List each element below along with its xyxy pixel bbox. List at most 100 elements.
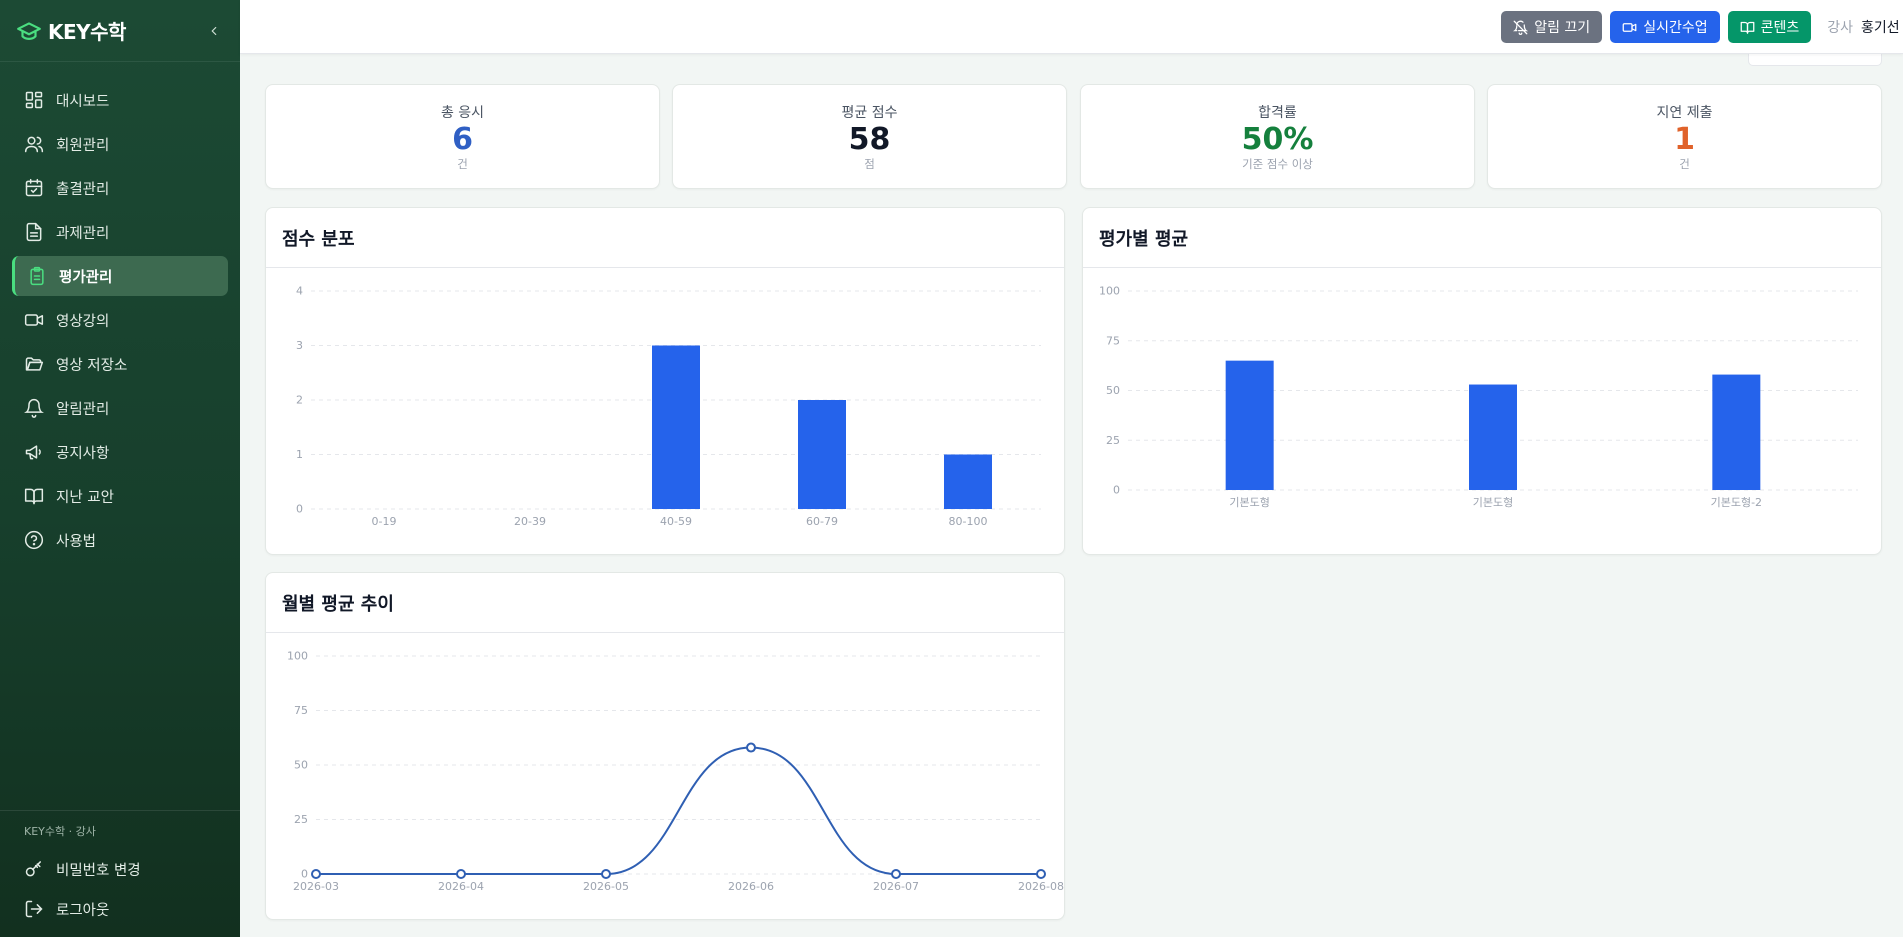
sidebar-item-label: 공지사항 [56,445,110,462]
sidebar-footer: KEY수학 · 강사 비밀번호 변경 로그아웃 [0,810,240,937]
bar [1469,384,1517,490]
bar [1225,360,1274,490]
stat-label: 합격률 [1258,105,1297,121]
data-point [891,869,901,879]
y-tick-label: 0 [296,503,303,516]
x-tick-label: 20-39 [514,515,546,528]
sidebar-item-label: 알림관리 [56,401,110,418]
bar [798,400,846,509]
x-tick-label: 2026-05 [583,880,629,893]
bar [652,345,700,509]
monthly-trend-panel: 월별 평균 추이 0 25 50 75 100 2026-03 2026-04 2026-05… [265,572,1065,920]
monthly-trend-chart: 0 25 50 75 100 2026-03 2026-04 2026-05 2026-06 20… [287,650,1064,894]
x-tick-label: 2026-07 [873,880,919,893]
stat-unit: 건 [1679,157,1690,171]
data-point [601,869,611,879]
user-name[interactable]: 홍기선 [1861,17,1903,37]
y-tick-label: 3 [296,339,303,352]
chevron-left-icon [211,26,217,35]
y-tick-label: 0 [1113,484,1120,497]
score-distribution-chart: 0 1 2 3 4 0-19 20-39 40-59 60-79 80-100 [296,285,1041,528]
account-caption: KEY수학 · 강사 [24,825,96,838]
stat-card-pass-rate: 합격률 50% 기준 점수 이상 [1080,84,1475,189]
x-tick-label: 2026-08 [1018,880,1064,893]
sidebar-item-notifications[interactable]: 알림관리 [12,388,228,428]
y-tick-label: 25 [294,813,308,826]
folder-open-icon [25,357,44,371]
stat-label: 총 응시 [440,105,485,121]
logout-button[interactable]: 로그아웃 [0,889,240,929]
y-tick-label: 25 [1106,434,1120,447]
sidebar-item-past-materials[interactable]: 지난 교안 [12,476,228,516]
sidebar-item-announcements[interactable]: 공지사항 [12,432,228,472]
y-tick-label: 1 [296,448,303,461]
stat-card-average: 평균 점수 58 점 [672,84,1067,189]
topbar-actions: 알림 끄기 실시간수업 콘텐츠 강사 홍기선 [1501,11,1903,43]
mute-alerts-button[interactable]: 알림 끄기 [1501,11,1603,43]
panel-title: 월별 평균 추이 [266,573,1064,633]
sidebar-item-attendance[interactable]: 출결관리 [12,168,228,208]
stat-unit: 점 [864,157,875,171]
y-tick-label: 0 [301,868,308,881]
stat-value: 1 [1674,122,1695,157]
y-tick-label: 75 [294,704,308,717]
panel-title: 평가별 평균 [1083,208,1881,268]
bell-off-icon [1513,20,1529,35]
sidebar-item-assessments[interactable]: 평가관리 [12,256,228,296]
panel-title: 점수 분포 [266,208,1064,268]
contents-button[interactable]: 콘텐츠 [1727,11,1812,43]
sidebar-item-video-storage[interactable]: 영상 저장소 [12,344,228,384]
sidebar-item-label: 지난 교안 [56,489,114,506]
megaphone-icon [25,445,41,460]
brand-name: KEY수학 [48,20,126,44]
sidebar-item-members[interactable]: 회원관리 [12,124,228,164]
logout-label: 로그아웃 [56,902,110,919]
sidebar-item-label: 영상 저장소 [56,357,128,374]
user-role: 강사 [1827,20,1853,36]
x-tick-label: 기본도형-2 [1711,496,1762,509]
data-point [311,869,321,879]
help-circle-icon [24,530,44,550]
key-icon [25,861,41,877]
stat-unit: 건 [457,157,468,171]
bar [944,454,992,509]
sidebar-item-assignments[interactable]: 과제관리 [12,212,228,252]
sidebar: KEY수학 대시보드 회원관리 출결관리 과제관리 평가관리 영상강의 영상 저… [0,0,240,937]
x-tick-label: 0-19 [372,515,397,528]
sidebar-item-label: 대시보드 [56,93,110,110]
sidebar-item-label: 과제관리 [56,225,110,242]
document-icon [26,222,42,242]
average-by-assessment-chart: 0 25 50 75 100 기본도형 기본도형 기본도형-2 [1099,285,1858,509]
stat-value: 50% [1241,122,1314,157]
sidebar-item-video-lectures[interactable]: 영상강의 [12,300,228,340]
sidebar-item-dashboard[interactable]: 대시보드 [12,80,228,120]
sidebar-item-label: 영상강의 [56,313,110,330]
video-icon [24,314,44,326]
bar [1712,374,1761,490]
sidebar-item-how-to-use[interactable]: 사용법 [12,520,228,560]
book-open-icon [24,488,44,505]
mute-alerts-label: 알림 끄기 [1534,20,1591,36]
change-password-button[interactable]: 비밀번호 변경 [0,849,240,889]
live-class-button[interactable]: 실시간수업 [1610,11,1720,43]
score-distribution-panel: 점수 분포 0 1 2 3 4 0-19 20-39 40-59 60-79 80-100 [265,207,1065,555]
y-tick-label: 100 [1099,285,1120,298]
x-tick-label: 기본도형 [1229,496,1269,509]
data-point [746,742,756,753]
x-tick-label: 기본도형 [1473,496,1513,509]
y-tick-label: 50 [1106,384,1120,397]
topbar: 알림 끄기 실시간수업 콘텐츠 강사 홍기선 [240,0,1903,54]
stat-card-total: 총 응시 6 건 [265,84,660,189]
clipboard-icon [30,266,44,286]
sidebar-item-label: 출결관리 [56,181,110,198]
y-tick-label: 100 [287,650,308,663]
dashboard-grid-icon [25,91,43,109]
data-point [1036,869,1046,879]
video-icon [1622,22,1637,32]
x-tick-label: 80-100 [949,515,988,528]
y-tick-label: 75 [1106,334,1120,347]
graduation-cap-icon [17,21,41,40]
sidebar-item-label: 회원관리 [56,137,110,154]
collapse-sidebar-button[interactable] [204,21,224,41]
x-tick-label: 60-79 [806,515,838,528]
